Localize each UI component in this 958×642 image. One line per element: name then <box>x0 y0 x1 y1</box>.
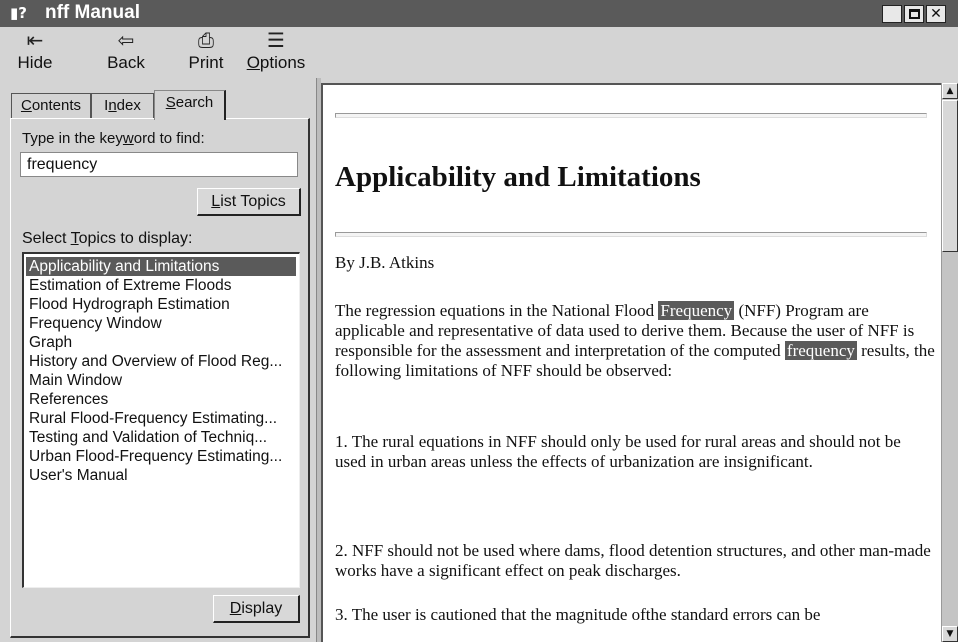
hide-pane-icon: ⇤ <box>26 28 44 52</box>
list-item[interactable]: Rural Flood-Frequency Estimating... <box>24 409 299 428</box>
display-button[interactable]: Display <box>213 595 300 623</box>
print-button[interactable]: ⎙ Print <box>180 27 232 78</box>
maximize-button[interactable] <box>904 5 924 23</box>
paragraph-item-3: 3. The user is cautioned that the magnit… <box>335 605 821 624</box>
help-book-icon: ▮? <box>10 4 27 22</box>
list-item[interactable]: History and Overview of Flood Reg... <box>24 352 299 371</box>
close-button[interactable]: ✕ <box>926 5 946 23</box>
list-item[interactable]: Applicability and Limitations <box>26 257 296 276</box>
paragraph-intro: The regression equations in the National… <box>335 301 935 380</box>
hide-button[interactable]: ⇤ Hide <box>10 27 60 78</box>
keyword-input[interactable] <box>20 152 298 177</box>
arrow-down-icon: ▼ <box>946 629 954 639</box>
paragraph-item-1: 1. The rural equations in NFF should onl… <box>335 432 901 471</box>
topic-list[interactable]: Applicability and Limitations Estimation… <box>22 252 300 588</box>
scroll-down-button[interactable]: ▼ <box>942 626 958 642</box>
print-label: Print <box>188 53 224 72</box>
options-button[interactable]: ☰ Options <box>240 27 312 78</box>
title-bar[interactable]: ▮? nff Manual ✕ <box>0 0 958 27</box>
list-item[interactable]: Estimation of Extreme Floods <box>24 276 299 295</box>
list-item[interactable]: Urban Flood-Frequency Estimating... <box>24 447 299 466</box>
maximize-icon <box>908 9 920 19</box>
list-item[interactable]: Graph <box>24 333 299 352</box>
toolbar: ⇤ Hide ⇦ Back ⎙ Print ☰ Options <box>0 27 958 78</box>
divider <box>335 232 927 237</box>
page-title: Applicability and Limitations <box>335 161 701 193</box>
tab-search[interactable]: Search <box>154 90 226 120</box>
topics-label: Select Topics to display: <box>22 230 193 247</box>
hide-label: Hide <box>17 53 53 72</box>
list-item[interactable]: Testing and Validation of Techniq... <box>24 428 299 447</box>
search-highlight: Frequency <box>658 301 735 320</box>
arrow-up-icon: ▲ <box>946 86 954 96</box>
back-button[interactable]: ⇦ Back <box>100 27 152 78</box>
list-item[interactable]: References <box>24 390 299 409</box>
divider <box>335 113 927 118</box>
list-item[interactable]: Frequency Window <box>24 314 299 333</box>
window-title: nff Manual <box>45 2 140 23</box>
list-item[interactable]: User's Manual <box>24 466 299 485</box>
topic-content-pane: Applicability and Limitations By J.B. At… <box>321 83 941 642</box>
options-icon: ☰ <box>267 28 285 52</box>
paragraph-item-2: 2. NFF should not be used where dams, fl… <box>335 541 931 580</box>
minimize-button[interactable] <box>882 5 902 23</box>
tab-contents[interactable]: Contents <box>11 93 91 118</box>
author-line: By J.B. Atkins <box>335 253 435 272</box>
printer-icon: ⎙ <box>198 28 214 52</box>
scroll-up-button[interactable]: ▲ <box>942 83 958 99</box>
search-highlight: frequency <box>784 341 857 360</box>
scroll-thumb[interactable] <box>942 100 958 252</box>
keyword-label: Type in the keyword to find: <box>22 130 205 147</box>
options-label: Options <box>246 53 306 72</box>
list-item[interactable]: Main Window <box>24 371 299 390</box>
navigation-pane: Contents Index Search Type in the keywor… <box>0 78 316 642</box>
list-item[interactable]: Flood Hydrograph Estimation <box>24 295 299 314</box>
vertical-scrollbar[interactable]: ▲ ▼ <box>941 83 958 642</box>
back-label: Back <box>107 53 145 72</box>
help-window: ▮? nff Manual ✕ ⇤ Hide ⇦ Back ⎙ Print ☰ … <box>0 0 958 642</box>
back-arrow-icon: ⇦ <box>117 28 135 52</box>
list-topics-button[interactable]: List Topics <box>197 188 301 216</box>
tab-index[interactable]: Index <box>91 93 154 118</box>
close-icon: ✕ <box>930 6 942 22</box>
